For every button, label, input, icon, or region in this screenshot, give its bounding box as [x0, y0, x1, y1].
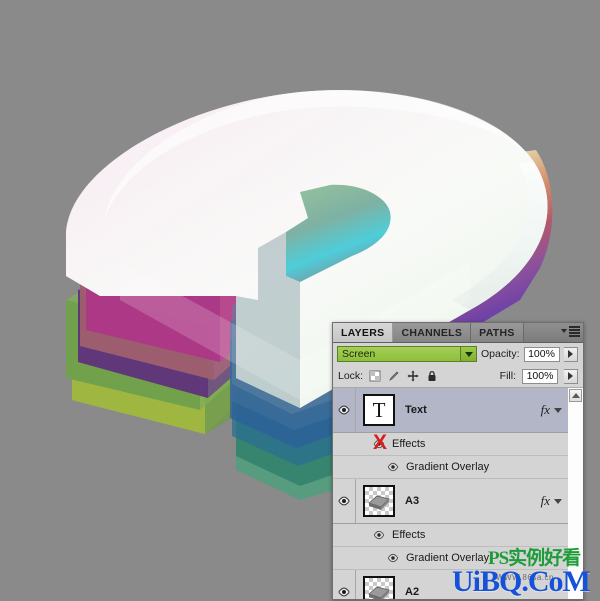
lock-image-pixels-icon[interactable] [388, 370, 400, 382]
lock-row: Lock: Fill: 100% [333, 365, 583, 388]
layer-name-a2: A2 [405, 586, 420, 598]
blend-mode-select[interactable]: Screen [337, 346, 477, 362]
opacity-input[interactable]: 100% [523, 346, 560, 362]
layer-row-text[interactable]: T Text fx [333, 388, 568, 433]
effect-label: Gradient Overlay [406, 461, 490, 473]
blend-mode-value: Screen [342, 348, 376, 360]
tab-layers[interactable]: LAYERS [333, 323, 394, 342]
effects-visibility-toggle[interactable] [373, 529, 385, 541]
lock-label: Lock: [338, 370, 364, 382]
layers-panel[interactable]: LAYERS CHANNELS PATHS Screen Opacity: 10… [332, 322, 584, 600]
scroll-up-arrow-icon[interactable] [569, 389, 582, 402]
eye-icon [338, 405, 350, 415]
red-x-annotation-icon: X [372, 431, 387, 454]
layer-expand-arrow-icon[interactable] [554, 407, 562, 413]
effects-label: Effects [392, 529, 426, 541]
layer-row-a3[interactable]: A3 fx [333, 479, 568, 524]
lock-all-icon[interactable] [426, 370, 438, 382]
lock-transparent-pixels-icon[interactable] [369, 370, 381, 382]
layer-visibility-toggle[interactable] [333, 388, 356, 432]
fill-stepper[interactable] [564, 368, 578, 384]
effects-row-a3[interactable]: Effects [333, 524, 568, 547]
layers-list[interactable]: T Text fx X Effects Gradient Overlay A3 … [333, 388, 583, 599]
effects-row-text[interactable]: X Effects [333, 431, 568, 456]
effect-label: Gradient Overlay [406, 552, 490, 564]
layer-row-a2[interactable]: A2 [333, 570, 568, 599]
fill-label: Fill: [499, 370, 516, 382]
eye-icon [387, 462, 399, 472]
opacity-label: Opacity: [481, 348, 520, 360]
layer-fx-icon[interactable]: fx [541, 402, 554, 418]
tab-paths[interactable]: PATHS [471, 323, 524, 342]
layer-shape-preview-icon [368, 586, 390, 599]
layers-scrollbar[interactable] [567, 388, 583, 599]
eye-icon [338, 496, 350, 506]
layer-thumbnail-a3[interactable] [363, 485, 395, 517]
effect-row-gradient-overlay-a3[interactable]: Gradient Overlay [333, 547, 568, 570]
effect-row-gradient-overlay-text[interactable]: Gradient Overlay [333, 456, 568, 479]
panel-menu-icon[interactable] [561, 326, 580, 337]
tab-channels[interactable]: CHANNELS [393, 323, 472, 342]
eye-icon [387, 553, 399, 563]
chevron-down-icon[interactable] [460, 347, 476, 361]
layer-visibility-toggle[interactable] [333, 479, 356, 523]
layer-thumbnail-text[interactable]: T [363, 394, 395, 426]
effects-label: Effects [392, 438, 426, 450]
layer-shape-preview-icon [368, 495, 390, 510]
effect-visibility-toggle[interactable] [387, 461, 399, 473]
eye-icon [338, 587, 350, 597]
fill-input[interactable]: 100% [522, 368, 558, 384]
layer-fx-icon[interactable]: fx [541, 493, 554, 509]
opacity-stepper[interactable] [563, 346, 578, 362]
layer-visibility-toggle[interactable] [333, 570, 356, 599]
layer-name-text: Text [405, 404, 427, 416]
lock-position-icon[interactable] [407, 370, 419, 382]
blend-mode-row: Screen Opacity: 100% [333, 343, 583, 365]
effect-visibility-toggle[interactable] [387, 552, 399, 564]
layer-name-a3: A3 [405, 495, 420, 507]
layer-expand-arrow-icon[interactable] [554, 498, 562, 504]
panel-tabbar: LAYERS CHANNELS PATHS [333, 323, 583, 343]
layer-thumbnail-a2[interactable] [363, 576, 395, 599]
eye-icon [373, 530, 385, 540]
